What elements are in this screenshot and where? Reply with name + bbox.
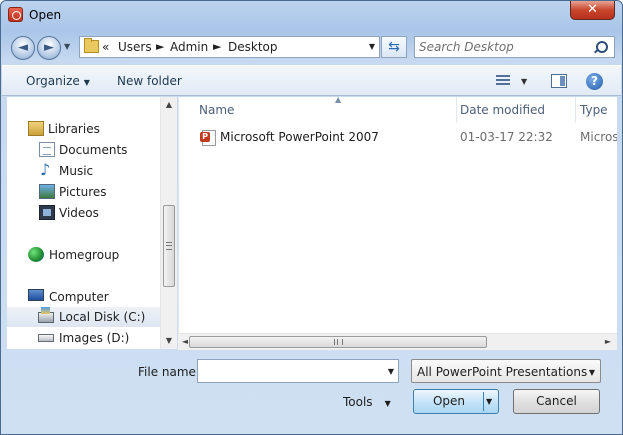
grip-icon [166,242,172,250]
file-row[interactable]: Microsoft PowerPoint 2007 01-03-17 22:32… [179,127,617,147]
breadcrumb-overflow-icon[interactable]: « [102,40,109,54]
nav-item-label: Homegroup [49,248,120,262]
refresh-icon: ⇆ [388,39,400,55]
organize-label: Organize [26,74,80,88]
nav-item-pictures[interactable]: Pictures [7,182,160,202]
file-name-label: File name: [138,365,200,379]
nav-item-label: Computer [49,290,109,304]
sort-ascending-icon: ▲ [335,97,342,104]
optical-drive-icon [38,334,54,342]
open-button[interactable]: Open ▼ [413,389,499,414]
chevron-down-icon[interactable]: ▼ [388,367,394,376]
grip-icon [334,339,343,345]
powerpoint-app-icon [8,7,23,22]
scroll-right-icon[interactable]: ► [601,334,615,350]
nav-item-label: Music [59,164,94,178]
refresh-button[interactable]: ⇆ [381,36,407,58]
open-options-dropdown-icon[interactable]: ▼ [486,390,492,413]
file-name-field[interactable]: ▼ [197,359,399,383]
hard-disk-icon [38,307,54,323]
navigation-pane-scrollbar[interactable]: ▲ ▼ [160,97,177,349]
column-header-label: Name [199,103,235,117]
libraries-icon [28,121,44,136]
file-date-modified: 01-03-17 22:32 [460,130,553,144]
nav-item-label: Libraries [48,122,100,136]
window-title: Open [29,8,62,22]
cancel-button[interactable]: Cancel [513,389,600,414]
file-type: Microso [580,130,617,144]
music-icon [39,160,55,179]
address-bar[interactable]: « Users ► Admin ► Desktop ▼ [79,36,380,58]
computer-icon [28,289,44,301]
file-name: Microsoft PowerPoint 2007 [220,130,379,144]
views-dropdown-icon[interactable]: ▼ [521,77,527,86]
organize-button[interactable]: Organize ▼ [26,74,90,88]
file-type-select[interactable]: All PowerPoint Presentations ▼ [411,359,601,383]
open-button-label: Open [432,394,466,408]
forward-arrow-icon: ► [44,40,54,55]
nav-item-homegroup[interactable]: Homegroup [7,245,160,265]
breadcrumb-desktop[interactable]: Desktop [228,40,278,54]
chevron-down-icon: ▼ [588,368,595,377]
nav-item-computer[interactable]: Computer [7,287,160,307]
search-icon[interactable] [596,41,608,53]
nav-item-label: Pictures [59,185,107,199]
nav-item-label: Documents [59,143,128,157]
homegroup-icon [28,247,44,262]
nav-item-documents[interactable]: Documents [7,140,160,160]
help-icon[interactable]: ? [586,73,603,90]
folder-icon [84,38,99,53]
scroll-up-icon[interactable]: ▲ [161,97,177,113]
nav-item-music[interactable]: Music [7,160,160,181]
nav-item-local-disk-c[interactable]: Local Disk (C:) [7,307,160,327]
close-button[interactable]: ✕ [570,1,615,20]
nav-item-images-d[interactable]: Images (D:) [7,328,160,348]
navigation-pane[interactable]: Libraries Documents Music Pictures Video… [7,97,177,349]
open-dialog: Open ✕ ◄ ► ▼ « Users ► Admin ► Desktop ▼… [0,0,623,435]
videos-icon [39,205,55,220]
nav-item-label: Videos [59,206,99,220]
new-folder-button[interactable]: New folder [117,74,182,88]
search-box[interactable] [414,36,615,58]
back-button[interactable]: ◄ [11,36,35,60]
documents-icon [39,142,55,157]
nav-item-libraries[interactable]: Libraries [7,119,160,139]
nav-item-label: Local Disk (C:) [59,310,146,324]
back-arrow-icon: ◄ [18,40,28,55]
scrollbar-thumb[interactable] [163,205,175,287]
file-list[interactable]: Name ▲ Date modified Type Microsoft Powe… [178,97,617,349]
nav-item-videos[interactable]: Videos [7,203,160,223]
column-header-name[interactable]: Name ▲ [195,97,457,123]
preview-pane-icon[interactable] [551,74,567,88]
address-dropdown-icon[interactable]: ▼ [369,42,375,51]
chevron-down-icon: ▼ [384,399,391,408]
scroll-down-icon[interactable]: ▼ [161,333,177,349]
forward-button[interactable]: ► [37,36,61,60]
scrollbar-thumb[interactable] [189,336,487,348]
column-header-type[interactable]: Type [576,97,617,123]
chevron-right-icon[interactable]: ► [156,40,164,53]
file-type-value: All PowerPoint Presentations [417,365,588,379]
title-bar: Open ✕ [1,1,622,31]
nav-item-label: Images (D:) [59,331,130,345]
chevron-down-icon: ▼ [83,78,90,87]
breadcrumb-users[interactable]: Users [118,40,152,54]
tools-menu-button[interactable]: Tools ▼ [343,395,391,409]
pictures-icon [39,184,55,199]
file-list-horizontal-scrollbar[interactable]: ◄ ► [178,333,617,350]
powerpoint-file-icon [200,130,216,146]
file-name-input[interactable] [202,363,372,379]
chevron-right-icon[interactable]: ► [213,40,221,53]
recent-pages-dropdown-icon[interactable]: ▼ [64,42,70,51]
command-bar: Organize ▼ New folder ▼ ? [2,65,621,96]
split-separator [483,392,484,411]
column-header-date-modified[interactable]: Date modified [456,97,576,123]
tools-label: Tools [343,395,373,409]
views-icon[interactable] [496,75,510,87]
search-input[interactable] [419,39,589,55]
breadcrumb-admin[interactable]: Admin [170,40,208,54]
